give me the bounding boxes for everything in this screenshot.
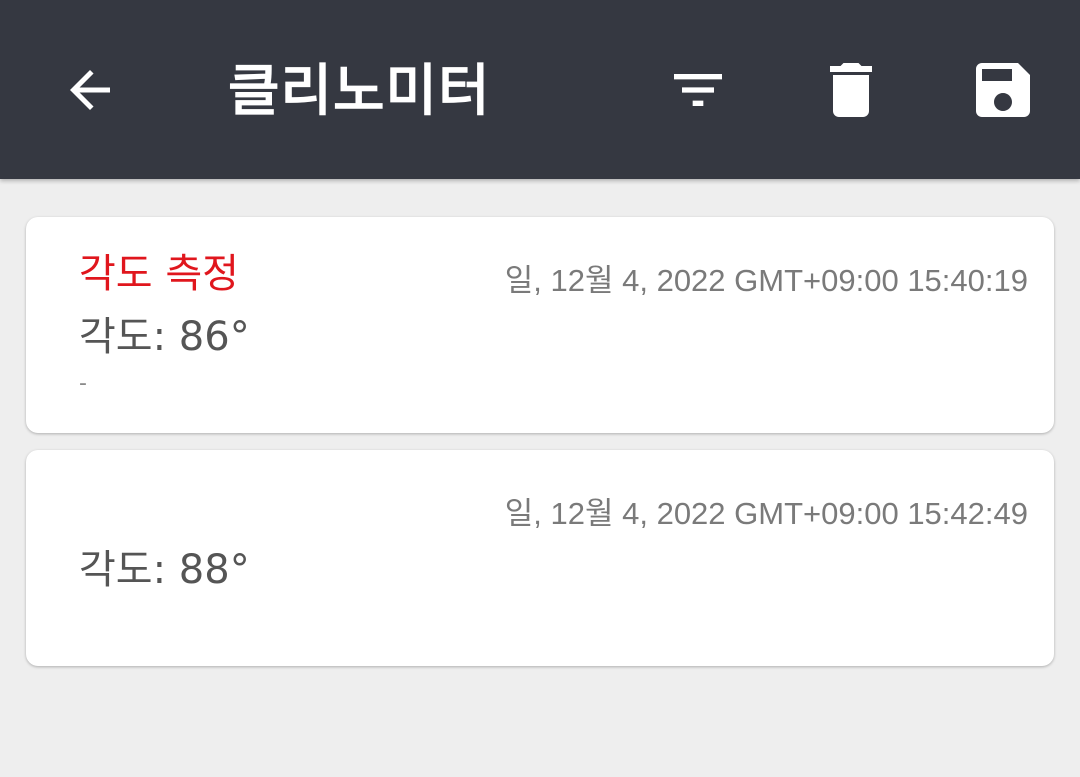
floppy-disk-icon	[967, 54, 1039, 126]
record-note: -	[79, 371, 87, 396]
record-timestamp: 일, 12월 4, 2022 GMT+09:00 15:40:19	[504, 263, 1028, 298]
record-card[interactable]: 일, 12월 4, 2022 GMT+09:00 15:42:49 각도: 88…	[26, 450, 1054, 666]
page-title: 클리노미터	[228, 59, 491, 124]
arrow-left-icon	[60, 60, 120, 120]
save-button[interactable]	[955, 42, 1051, 138]
record-title: 각도 측정	[79, 251, 239, 297]
filter-button[interactable]	[650, 42, 746, 138]
app-bar: 클리노미터	[0, 0, 1080, 179]
filter-icon	[666, 58, 730, 122]
delete-button[interactable]	[803, 42, 899, 138]
record-card[interactable]: 각도 측정 일, 12월 4, 2022 GMT+09:00 15:40:19 …	[26, 217, 1054, 433]
record-timestamp: 일, 12월 4, 2022 GMT+09:00 15:42:49	[504, 496, 1028, 531]
record-angle-value: 각도: 88°	[79, 547, 250, 593]
back-button[interactable]	[42, 42, 138, 138]
record-angle-value: 각도: 86°	[79, 314, 250, 360]
trash-icon	[815, 54, 887, 126]
